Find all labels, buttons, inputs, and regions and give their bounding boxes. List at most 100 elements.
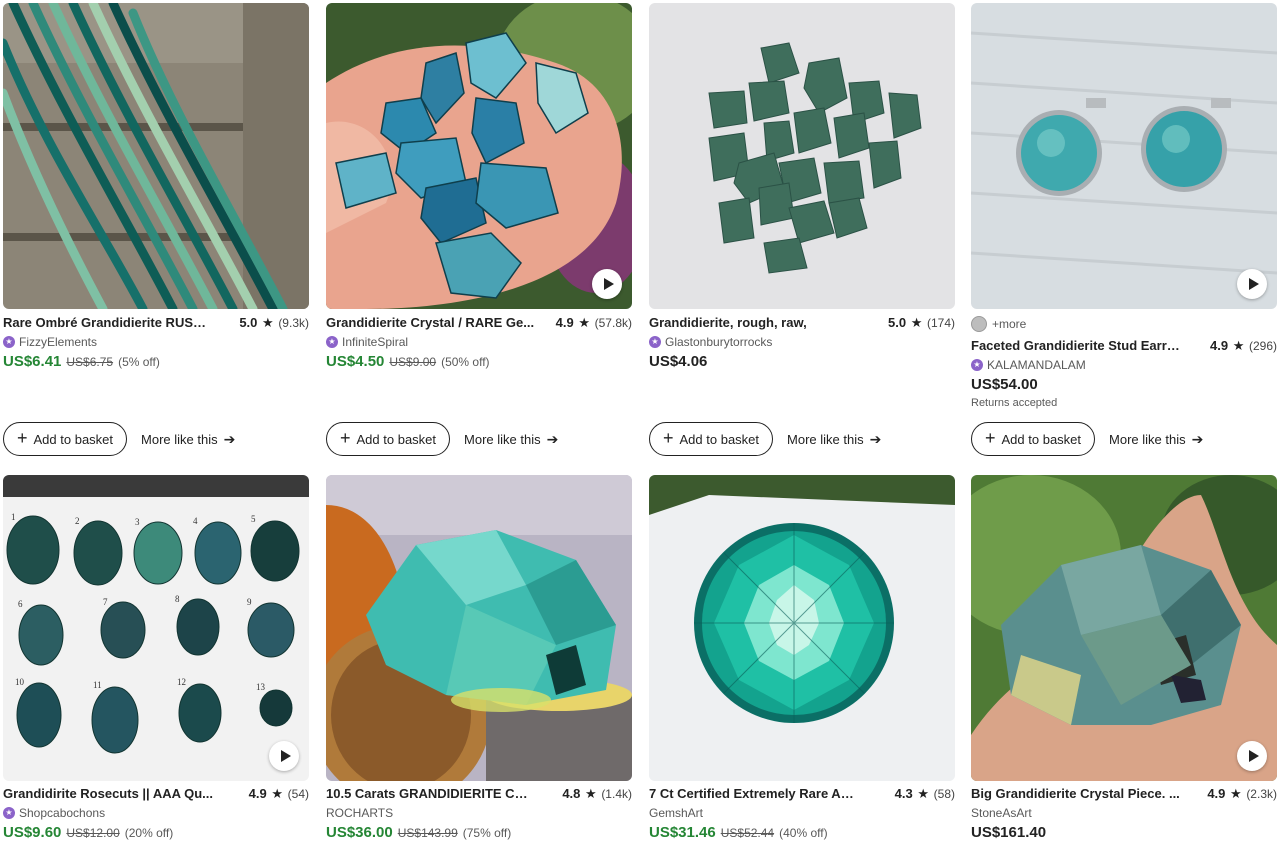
lit-crystal-image: [326, 475, 632, 781]
listing-title[interactable]: Faceted Grandidierite Stud Earri...: [971, 338, 1181, 353]
listing-image[interactable]: [971, 475, 1277, 781]
listing-image[interactable]: [649, 3, 955, 309]
listing-rating: 4.8 ★ (1.4k): [562, 786, 632, 802]
listing-image[interactable]: [3, 3, 309, 309]
listing-rating: 5.0 ★ (9.3k): [239, 315, 309, 331]
rosecut-number: 10: [15, 677, 25, 687]
arrow-right-icon: ➔: [1191, 430, 1204, 447]
listing-title[interactable]: Rare Ombré Grandidierite RUSTI...: [3, 315, 213, 330]
listing-image[interactable]: 1 2 3 4 5 6 7 8 9 10 11 12 13: [3, 475, 309, 781]
star-seller-icon: ★: [971, 359, 983, 371]
more-like-this-link[interactable]: More like this ➔: [141, 431, 235, 448]
play-video-button[interactable]: [269, 741, 299, 771]
rating-score: 5.0: [239, 315, 258, 330]
star-icon: ★: [262, 315, 274, 330]
rosecut-number: 1: [11, 512, 16, 522]
add-to-basket-label: Add to basket: [33, 431, 114, 447]
play-video-button[interactable]: [1237, 269, 1267, 299]
seller-name[interactable]: ROCHARTS: [326, 806, 393, 820]
seller-name[interactable]: KALAMANDALAM: [987, 358, 1086, 372]
price: US$161.40: [971, 824, 1047, 841]
add-to-basket-button[interactable]: + Add to basket: [971, 422, 1096, 456]
sale-price: US$9.60: [3, 824, 62, 841]
review-count: (2.3k): [1246, 787, 1277, 801]
play-video-button[interactable]: [1237, 741, 1267, 771]
listing-title[interactable]: Grandidirite Rosecuts || AAA Qu...: [3, 786, 213, 801]
star-icon: ★: [910, 315, 923, 330]
seller-name[interactable]: Shopcabochons: [19, 806, 105, 820]
price: US$54.00: [971, 376, 1038, 393]
play-video-button[interactable]: [592, 269, 622, 299]
more-variations-label[interactable]: +more: [992, 317, 1026, 331]
plus-icon: +: [663, 428, 674, 448]
seller-name[interactable]: GemshArt: [649, 806, 703, 820]
listing-rating: 4.9 ★ (296): [1210, 338, 1277, 354]
rosecut-number: 8: [175, 594, 180, 604]
arrow-right-icon: ➔: [223, 430, 236, 447]
review-count: (296): [1248, 339, 1277, 353]
review-count: (58): [933, 787, 955, 801]
listing-title[interactable]: Big Grandidierite Crystal Piece. ...: [971, 786, 1180, 801]
rating-score: 4.9: [1207, 786, 1226, 801]
rough-stones-image: [649, 3, 955, 309]
listing-image[interactable]: [971, 3, 1277, 309]
seller-name[interactable]: Glastonburytorrocks: [665, 335, 772, 349]
review-count: (54): [287, 787, 309, 801]
add-to-basket-button[interactable]: + Add to basket: [326, 422, 451, 456]
rosecuts-image: 1 2 3 4 5 6 7 8 9 10 11 12 13: [3, 475, 309, 781]
more-like-this-link[interactable]: More like this ➔: [464, 431, 558, 448]
star-icon: ★: [271, 786, 284, 801]
listing-rating: 4.9 ★ (2.3k): [1207, 786, 1277, 802]
star-seller-icon: ★: [3, 807, 15, 819]
seller-name[interactable]: StoneAsArt: [971, 806, 1032, 820]
rating-score: 4.9: [555, 315, 574, 330]
listing-image[interactable]: [326, 3, 632, 309]
listing-image[interactable]: [326, 475, 632, 781]
faceted-gem-image: [649, 475, 955, 781]
listing-title[interactable]: Grandidierite Crystal / RARE Ge...: [326, 315, 534, 330]
listing-title[interactable]: 10.5 Carats GRANDIDIERITE CRY...: [326, 786, 536, 801]
star-seller-icon: ★: [326, 336, 338, 348]
review-count: (57.8k): [594, 316, 632, 330]
plus-icon: +: [17, 428, 28, 448]
add-to-basket-label: Add to basket: [1001, 431, 1082, 447]
review-count: (9.3k): [278, 316, 309, 330]
discount-label: (75% off): [462, 826, 512, 840]
original-price: US$9.00: [389, 355, 437, 369]
arrow-right-icon: ➔: [546, 430, 559, 447]
more-like-this-link[interactable]: More like this ➔: [787, 431, 881, 448]
beads-image: [3, 3, 309, 309]
more-like-this-link[interactable]: More like this ➔: [1109, 431, 1203, 448]
star-icon: ★: [585, 786, 597, 801]
star-icon: ★: [917, 786, 930, 801]
discount-label: (5% off): [118, 355, 160, 369]
listing-rating: 4.9 ★ (57.8k): [556, 315, 632, 331]
star-icon: ★: [1230, 786, 1242, 801]
seller-name[interactable]: FizzyElements: [19, 335, 97, 349]
more-like-this-label: More like this: [1109, 431, 1186, 447]
listing-rating: 5.0 ★ (174): [888, 315, 955, 331]
rosecut-number: 9: [247, 597, 252, 607]
add-to-basket-button[interactable]: + Add to basket: [649, 422, 774, 456]
star-seller-icon: ★: [649, 336, 661, 348]
review-count: (174): [926, 316, 955, 330]
seller-name[interactable]: InfiniteSpiral: [342, 335, 408, 349]
rosecut-number: 5: [251, 514, 256, 524]
more-like-this-label: More like this: [141, 431, 218, 447]
listing-title[interactable]: 7 Ct Certified Extremely Rare AA...: [649, 786, 859, 801]
star-seller-icon: ★: [3, 336, 15, 348]
more-like-this-label: More like this: [464, 431, 541, 447]
original-price: US$6.75: [66, 355, 114, 369]
listing-image[interactable]: [649, 475, 955, 781]
rating-score: 4.9: [1210, 338, 1229, 353]
listing-title[interactable]: Grandidierite, rough, raw,: [649, 315, 807, 330]
add-to-basket-button[interactable]: + Add to basket: [3, 422, 128, 456]
rosecut-number: 4: [193, 516, 198, 526]
listing-rating: 4.3 ★ (58): [895, 786, 955, 802]
review-count: (1.4k): [601, 787, 632, 801]
variation-swatch[interactable]: [971, 316, 987, 332]
rating-score: 4.3: [894, 786, 913, 801]
plus-icon: +: [985, 428, 996, 448]
rosecut-number: 11: [93, 680, 102, 690]
sale-price: US$6.41: [3, 353, 62, 370]
